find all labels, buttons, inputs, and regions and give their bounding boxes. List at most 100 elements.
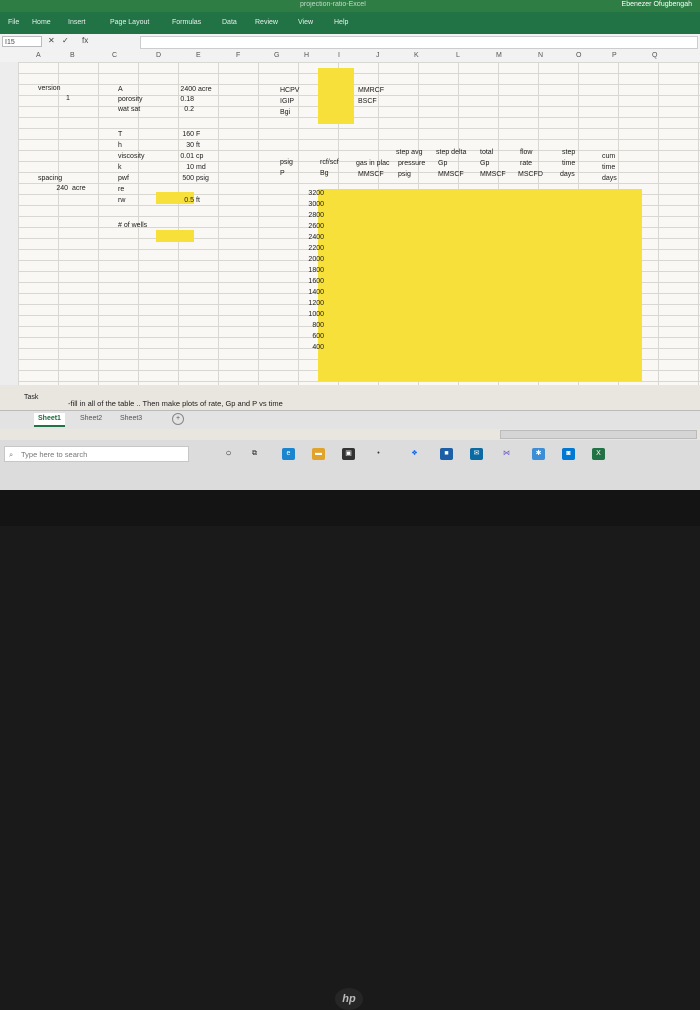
- tab-insert[interactable]: Insert: [68, 19, 86, 26]
- hdr-step-mmscf[interactable]: MMSCF: [438, 170, 464, 179]
- cell-t-label[interactable]: T: [118, 130, 122, 139]
- visual-studio-icon[interactable]: ⋈: [500, 448, 513, 460]
- hdr-step-gp[interactable]: Gp: [438, 159, 447, 168]
- pressure-cell[interactable]: 1000: [304, 310, 324, 319]
- pressure-cell[interactable]: 400: [304, 343, 324, 352]
- column-header-e[interactable]: E: [196, 52, 201, 59]
- cell-h-unit[interactable]: ft: [196, 141, 200, 150]
- mail-icon[interactable]: ✉: [470, 448, 483, 460]
- cell-k-label[interactable]: k: [118, 163, 122, 172]
- cell-k-value[interactable]: 10: [172, 163, 194, 172]
- column-header-h[interactable]: H: [304, 52, 309, 59]
- cell-re-label[interactable]: re: [118, 185, 124, 194]
- hdr-gas-in-place[interactable]: gas in plac: [356, 159, 389, 168]
- tab-home[interactable]: Home: [32, 19, 51, 26]
- highlight-j-input[interactable]: [318, 68, 354, 124]
- excel-icon[interactable]: X: [592, 448, 605, 460]
- column-header-b[interactable]: B: [70, 52, 75, 59]
- cell-watsat-value[interactable]: 0.2: [176, 105, 194, 114]
- cell-pwf-value[interactable]: 500: [172, 174, 194, 183]
- store-icon[interactable]: ▣: [342, 448, 355, 460]
- hdr-total-gp[interactable]: Gp: [480, 159, 489, 168]
- cell-h-label[interactable]: h: [118, 141, 122, 150]
- cell-bgi-label[interactable]: Bgi: [280, 108, 290, 117]
- column-header-j[interactable]: J: [376, 52, 380, 59]
- pressure-cell[interactable]: 1400: [304, 288, 324, 297]
- cell-hcpv-label[interactable]: HCPV: [280, 86, 299, 95]
- hdr-mmscf[interactable]: MMSCF: [358, 170, 384, 179]
- column-header-f[interactable]: F: [236, 52, 240, 59]
- cell-spacing-label[interactable]: spacing: [38, 174, 62, 183]
- cell-pwf-label[interactable]: pwf: [118, 174, 129, 183]
- pressure-cell[interactable]: 3200: [304, 189, 324, 198]
- add-sheet-icon[interactable]: +: [172, 413, 184, 425]
- column-header-o[interactable]: O: [576, 52, 581, 59]
- hdr-cum-days[interactable]: days: [602, 174, 617, 183]
- pressure-cell[interactable]: 2200: [304, 244, 324, 253]
- pressure-cell[interactable]: 2400: [304, 233, 324, 242]
- column-header-l[interactable]: L: [456, 52, 460, 59]
- cell-wells-label[interactable]: # of wells: [118, 221, 147, 230]
- hdr-total[interactable]: total: [480, 148, 493, 157]
- pressure-cell[interactable]: 1200: [304, 299, 324, 308]
- pressure-cell[interactable]: 800: [304, 321, 324, 330]
- app-blue-icon[interactable]: ■: [440, 448, 453, 460]
- cell-h-value[interactable]: 30: [172, 141, 194, 150]
- cell-rw-label[interactable]: rw: [118, 196, 125, 205]
- cell-bscf-label[interactable]: BSCF: [358, 97, 377, 106]
- tab-view[interactable]: View: [298, 19, 313, 26]
- hdr-mscfd[interactable]: MSCFD: [518, 170, 543, 179]
- hdr-bg[interactable]: Bg: [320, 169, 329, 178]
- tab-data[interactable]: Data: [222, 19, 237, 26]
- edge-icon[interactable]: e: [282, 448, 295, 460]
- pressure-cell[interactable]: 2600: [304, 222, 324, 231]
- cortana-icon[interactable]: ○: [222, 448, 235, 460]
- highlight-wells-input[interactable]: [156, 230, 194, 242]
- app-dot-icon[interactable]: •: [372, 448, 385, 460]
- cell-pwf-unit[interactable]: psig: [196, 174, 209, 183]
- hdr-cum-time[interactable]: time: [602, 163, 615, 172]
- tab-page-layout[interactable]: Page Layout: [110, 19, 149, 26]
- cell-rw-unit[interactable]: ft: [196, 196, 200, 205]
- column-header-c[interactable]: C: [112, 52, 117, 59]
- hdr-step-delta[interactable]: step delta: [436, 148, 466, 157]
- hdr-step-avg[interactable]: step avg: [396, 148, 422, 157]
- hdr-flow[interactable]: flow: [520, 148, 532, 157]
- hdr-step[interactable]: step: [562, 148, 575, 157]
- enter-icon[interactable]: ✓: [62, 36, 69, 45]
- cell-viscosity-unit[interactable]: cp: [196, 152, 203, 161]
- cell-watsat-label[interactable]: wat sat: [118, 105, 140, 114]
- cell-porosity-label[interactable]: porosity: [118, 95, 143, 104]
- task-view-icon[interactable]: ⧉: [248, 448, 261, 460]
- column-header-n[interactable]: N: [538, 52, 543, 59]
- user-name[interactable]: Ebenezer Ofugbengah: [622, 1, 692, 8]
- task-label[interactable]: Task: [24, 393, 38, 402]
- hdr-rate[interactable]: rate: [520, 159, 532, 168]
- file-explorer-icon[interactable]: ▬: [312, 448, 325, 460]
- tab-sheet3[interactable]: Sheet3: [116, 413, 146, 425]
- tab-sheet1[interactable]: Sheet1: [34, 413, 65, 427]
- cell-spacing-unit[interactable]: acre: [72, 184, 86, 193]
- cell-spacing-value[interactable]: 240: [54, 184, 68, 193]
- hdr-cum[interactable]: cum: [602, 152, 615, 161]
- name-box[interactable]: I15: [2, 36, 42, 47]
- tab-review[interactable]: Review: [255, 19, 278, 26]
- column-header-p[interactable]: P: [612, 52, 617, 59]
- pressure-cell[interactable]: 1800: [304, 266, 324, 275]
- cell-area-unit[interactable]: acre: [198, 85, 212, 94]
- cell-version-value[interactable]: 1: [66, 94, 70, 103]
- pressure-cell[interactable]: 2000: [304, 255, 324, 264]
- pressure-cell[interactable]: 1600: [304, 277, 324, 286]
- pressure-cell[interactable]: 2800: [304, 211, 324, 220]
- hdr-psig[interactable]: psig: [280, 158, 293, 167]
- cell-viscosity-label[interactable]: viscosity: [118, 152, 144, 161]
- task-text[interactable]: -fill in all of the table .. Then make p…: [68, 399, 283, 408]
- cell-area-value[interactable]: 2400: [176, 85, 196, 94]
- cell-t-unit[interactable]: F: [196, 130, 200, 139]
- cell-t-value[interactable]: 160: [172, 130, 194, 139]
- hdr-p[interactable]: P: [280, 169, 285, 178]
- column-header-a[interactable]: A: [36, 52, 41, 59]
- dropbox-icon[interactable]: ❖: [408, 448, 421, 460]
- cancel-icon[interactable]: ✕: [48, 36, 55, 45]
- formula-input[interactable]: [140, 36, 698, 49]
